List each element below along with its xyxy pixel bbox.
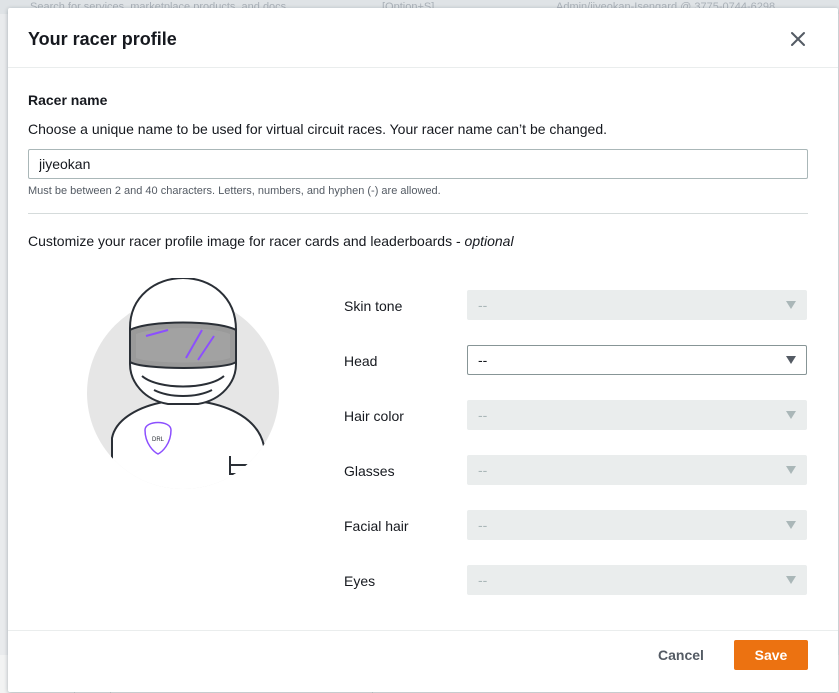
close-icon[interactable] (787, 28, 809, 50)
racer-name-constraint: Must be between 2 and 40 characters. Let… (28, 185, 441, 197)
eyes-select: -- (467, 565, 807, 595)
facial-hair-select: -- (467, 510, 807, 540)
customize-label-text: Customize your racer profile image for r… (28, 233, 465, 249)
caret-down-icon (786, 411, 796, 419)
save-button[interactable]: Save (734, 640, 808, 670)
cancel-button[interactable]: Cancel (647, 640, 715, 670)
head-select[interactable]: -- (467, 345, 807, 375)
racer-name-input[interactable] (28, 149, 808, 179)
racer-name-description: Choose a unique name to be used for virt… (28, 121, 608, 137)
hair-color-value: -- (478, 407, 488, 423)
facial-hair-label: Facial hair (344, 518, 409, 534)
customize-label: Customize your racer profile image for r… (28, 232, 514, 250)
head-label: Head (344, 353, 378, 369)
racer-name-heading: Racer name (28, 92, 108, 108)
optional-label: optional (464, 233, 514, 249)
skin-tone-value: -- (478, 297, 488, 313)
glasses-select: -- (467, 455, 807, 485)
racer-avatar-preview: DRL (86, 276, 286, 490)
modal-header: Your racer profile (8, 8, 838, 68)
glasses-value: -- (478, 462, 488, 478)
hair-color-label: Hair color (344, 408, 404, 424)
modal-title: Your racer profile (28, 29, 177, 49)
head-value: -- (478, 352, 488, 368)
eyes-label: Eyes (344, 573, 376, 589)
caret-down-icon (786, 466, 796, 474)
caret-down-icon (786, 356, 796, 364)
racer-profile-modal: Your racer profile Racer name Choose a u… (8, 8, 838, 692)
facial-hair-value: -- (478, 517, 488, 533)
eyes-value: -- (478, 572, 488, 588)
glasses-label: Glasses (344, 463, 395, 479)
avatar-badge-text: DRL (152, 437, 165, 443)
section-divider (28, 213, 808, 214)
skin-tone-select: -- (467, 290, 807, 320)
caret-down-icon (786, 301, 796, 309)
hair-color-select: -- (467, 400, 807, 430)
skin-tone-label: Skin tone (344, 298, 403, 314)
caret-down-icon (786, 521, 796, 529)
caret-down-icon (786, 576, 796, 584)
